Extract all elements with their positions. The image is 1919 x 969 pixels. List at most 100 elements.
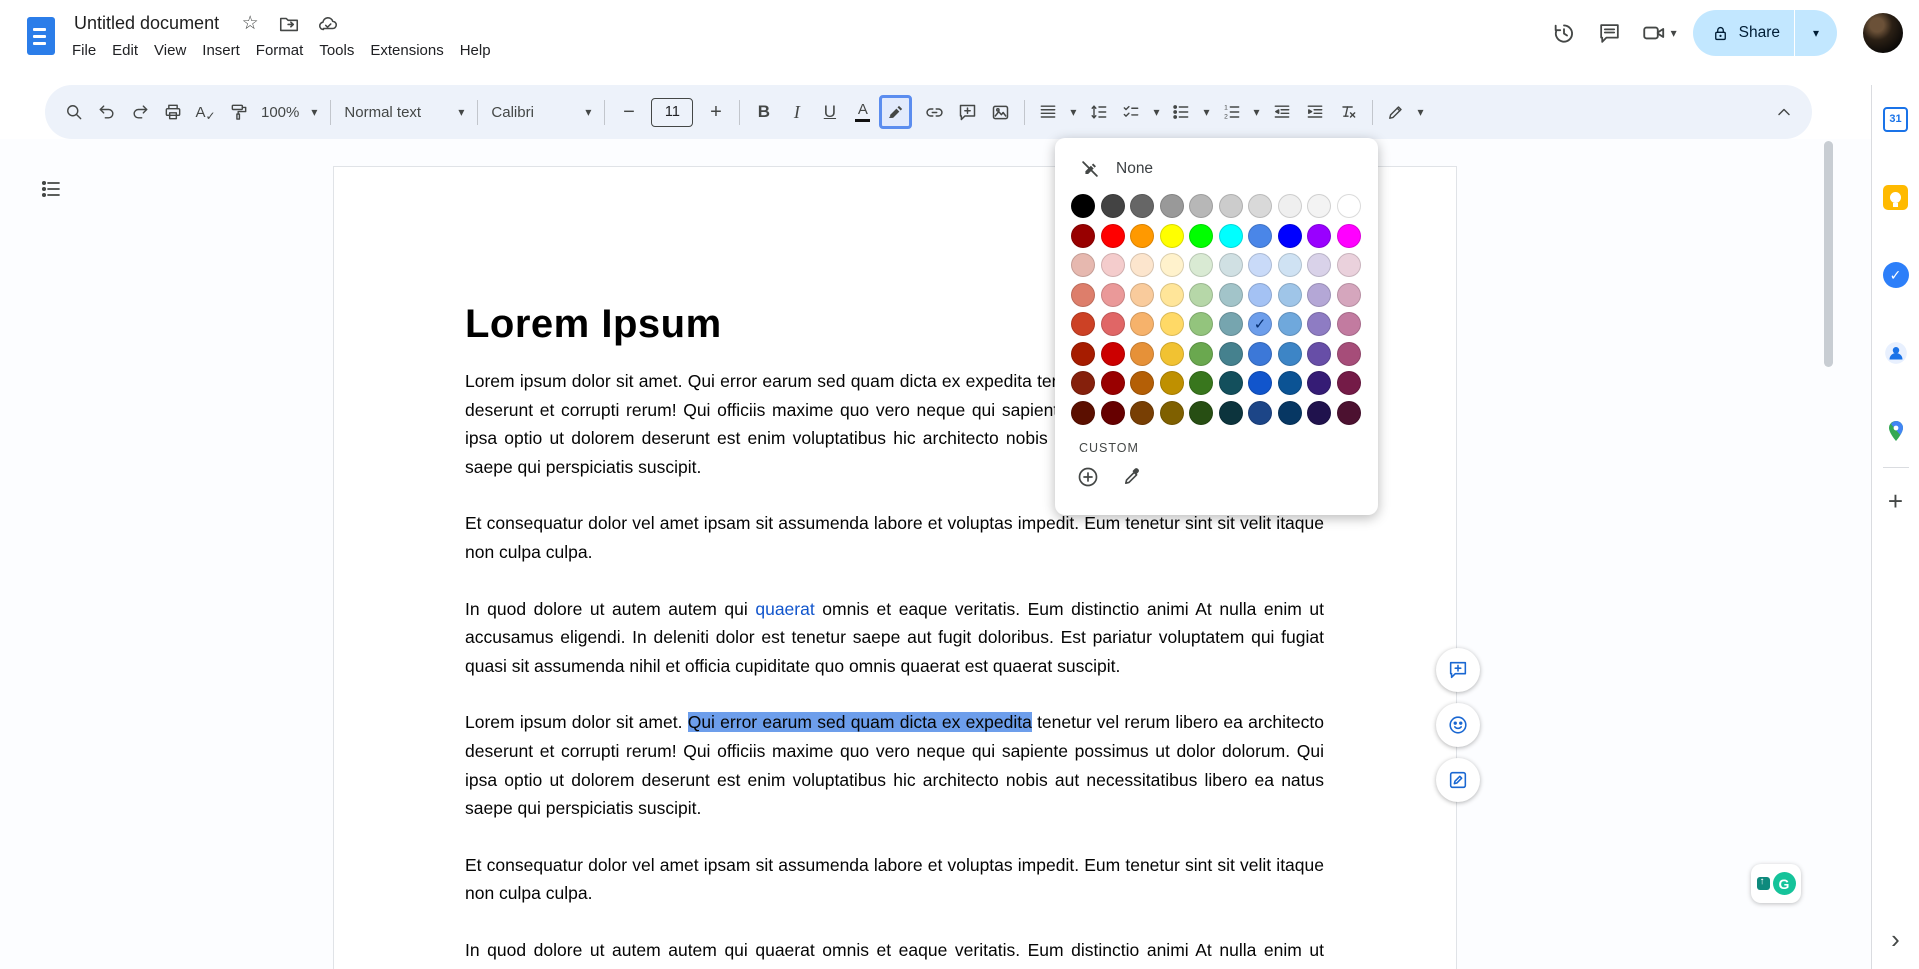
color-swatch-8e7cc3[interactable]	[1307, 312, 1331, 336]
italic-button[interactable]: I	[780, 95, 813, 129]
color-swatch-ffff00[interactable]	[1160, 224, 1184, 248]
color-swatch-f1c232[interactable]	[1160, 342, 1184, 366]
docs-logo-icon[interactable]	[27, 17, 55, 55]
eyedropper-icon[interactable]	[1119, 464, 1145, 490]
hide-menus-icon[interactable]	[1767, 95, 1800, 129]
color-swatch-45818e[interactable]	[1219, 342, 1243, 366]
redo-icon[interactable]	[123, 95, 156, 129]
color-swatch-f4cccc[interactable]	[1101, 253, 1125, 277]
color-swatch-ffd966[interactable]	[1160, 312, 1184, 336]
color-swatch-d0e0e3[interactable]	[1219, 253, 1243, 277]
align-select[interactable]: ▾	[1032, 95, 1082, 129]
menu-view[interactable]: View	[146, 40, 194, 61]
color-swatch-b4a7d6[interactable]	[1307, 283, 1331, 307]
color-swatch-ffe599[interactable]	[1160, 283, 1184, 307]
clear-formatting-icon[interactable]	[1332, 95, 1365, 129]
color-swatch-a61c00[interactable]	[1071, 342, 1095, 366]
color-swatch-bf9000[interactable]	[1160, 371, 1184, 395]
color-swatch-f3f3f3[interactable]	[1307, 194, 1331, 218]
add-emoji-reaction-fab[interactable]	[1436, 703, 1480, 747]
undo-icon[interactable]	[90, 95, 123, 129]
color-swatch-d9d2e9[interactable]	[1307, 253, 1331, 277]
text-link[interactable]: quaerat	[755, 599, 814, 619]
paragraph-4[interactable]: Lorem ipsum dolor sit amet. Qui error ea…	[465, 708, 1324, 822]
color-swatch-666666[interactable]	[1130, 194, 1154, 218]
share-main[interactable]: Share	[1693, 10, 1794, 56]
editing-mode-select[interactable]: ▾	[1380, 95, 1430, 129]
join-call-control[interactable]: ▾	[1641, 20, 1677, 46]
font-size-input[interactable]: 11	[651, 98, 693, 127]
color-swatch-9fc5e8[interactable]	[1278, 283, 1302, 307]
increase-indent-icon[interactable]	[1299, 95, 1332, 129]
color-swatch-ea9999[interactable]	[1101, 283, 1125, 307]
color-swatch-d9ead3[interactable]	[1189, 253, 1213, 277]
move-folder-icon[interactable]	[277, 12, 301, 36]
paragraph-style-select[interactable]: Normal text ▾	[338, 95, 470, 129]
decrease-indent-icon[interactable]	[1266, 95, 1299, 129]
spellcheck-icon[interactable]: A✓	[189, 95, 222, 129]
paint-format-icon[interactable]	[222, 95, 255, 129]
color-swatch-e69138[interactable]	[1130, 342, 1154, 366]
color-swatch-e06666[interactable]	[1101, 312, 1125, 336]
underline-button[interactable]: U	[813, 95, 846, 129]
color-swatch-ff9900[interactable]	[1130, 224, 1154, 248]
insert-image-icon[interactable]	[984, 95, 1017, 129]
keep-icon[interactable]	[1882, 183, 1910, 211]
chevron-down-icon[interactable]: ▾	[1671, 26, 1677, 40]
color-swatch-f9cb9c[interactable]	[1130, 283, 1154, 307]
account-avatar[interactable]	[1863, 13, 1903, 53]
share-button[interactable]: Share ▾	[1693, 10, 1837, 56]
color-swatch-cc4125[interactable]	[1071, 312, 1095, 336]
maps-icon[interactable]	[1882, 417, 1910, 445]
calendar-icon[interactable]: 31	[1882, 105, 1910, 133]
font-select[interactable]: Calibri ▾	[485, 95, 597, 129]
color-swatch-999999[interactable]	[1160, 194, 1184, 218]
document-title[interactable]: Untitled document	[70, 11, 223, 36]
grammarly-widget[interactable]: G	[1751, 864, 1801, 903]
add-comment-fab[interactable]	[1436, 648, 1480, 692]
search-menus-icon[interactable]	[57, 95, 90, 129]
color-swatch-7f6000[interactable]	[1160, 401, 1184, 425]
color-swatch-d9d9d9[interactable]	[1248, 194, 1272, 218]
color-swatch-6d9eeb[interactable]: ✓	[1248, 312, 1272, 336]
color-swatch-efefef[interactable]	[1278, 194, 1302, 218]
color-swatch-134f5c[interactable]	[1219, 371, 1243, 395]
text-color-button[interactable]: A	[846, 95, 879, 129]
highlight-none-option[interactable]: None	[1055, 138, 1378, 188]
color-swatch-20124d[interactable]	[1307, 401, 1331, 425]
menu-extensions[interactable]: Extensions	[362, 40, 451, 61]
color-swatch-a2c4c9[interactable]	[1219, 283, 1243, 307]
color-swatch-6aa84f[interactable]	[1189, 342, 1213, 366]
color-swatch-674ea7[interactable]	[1307, 342, 1331, 366]
show-side-panel-icon[interactable]: ›	[1891, 924, 1900, 955]
menu-edit[interactable]: Edit	[104, 40, 146, 61]
color-swatch-ead1dc[interactable]	[1337, 253, 1361, 277]
color-swatch-0c343d[interactable]	[1219, 401, 1243, 425]
color-swatch-a64d79[interactable]	[1337, 342, 1361, 366]
menu-insert[interactable]: Insert	[194, 40, 248, 61]
highlight-color-button[interactable]	[879, 95, 912, 129]
color-swatch-741b47[interactable]	[1337, 371, 1361, 395]
color-swatch-3c78d8[interactable]	[1248, 342, 1272, 366]
color-swatch-274e13[interactable]	[1189, 401, 1213, 425]
color-swatch-1c4587[interactable]	[1248, 401, 1272, 425]
color-swatch-b45f06[interactable]	[1130, 371, 1154, 395]
print-icon[interactable]	[156, 95, 189, 129]
color-swatch-c9daf8[interactable]	[1248, 253, 1272, 277]
color-swatch-dd7e6b[interactable]	[1071, 283, 1095, 307]
color-swatch-f6b26b[interactable]	[1130, 312, 1154, 336]
bold-button[interactable]: B	[747, 95, 780, 129]
paragraph-6[interactable]: In quod dolore ut autem autem qui quaera…	[465, 936, 1324, 969]
color-swatch-990000[interactable]	[1101, 371, 1125, 395]
color-swatch-cfe2f3[interactable]	[1278, 253, 1302, 277]
paragraph-5[interactable]: Et consequatur dolor vel amet ipsam sit …	[465, 851, 1324, 908]
add-comment-icon[interactable]	[951, 95, 984, 129]
color-swatch-a4c2f4[interactable]	[1248, 283, 1272, 307]
star-icon[interactable]: ☆	[238, 12, 262, 36]
color-swatch-00ff00[interactable]	[1189, 224, 1213, 248]
increase-font-size-button[interactable]: +	[699, 95, 732, 129]
share-dropdown[interactable]: ▾	[1795, 10, 1837, 56]
color-swatch-93c47d[interactable]	[1189, 312, 1213, 336]
color-swatch-073763[interactable]	[1278, 401, 1302, 425]
color-swatch-5b0f00[interactable]	[1071, 401, 1095, 425]
